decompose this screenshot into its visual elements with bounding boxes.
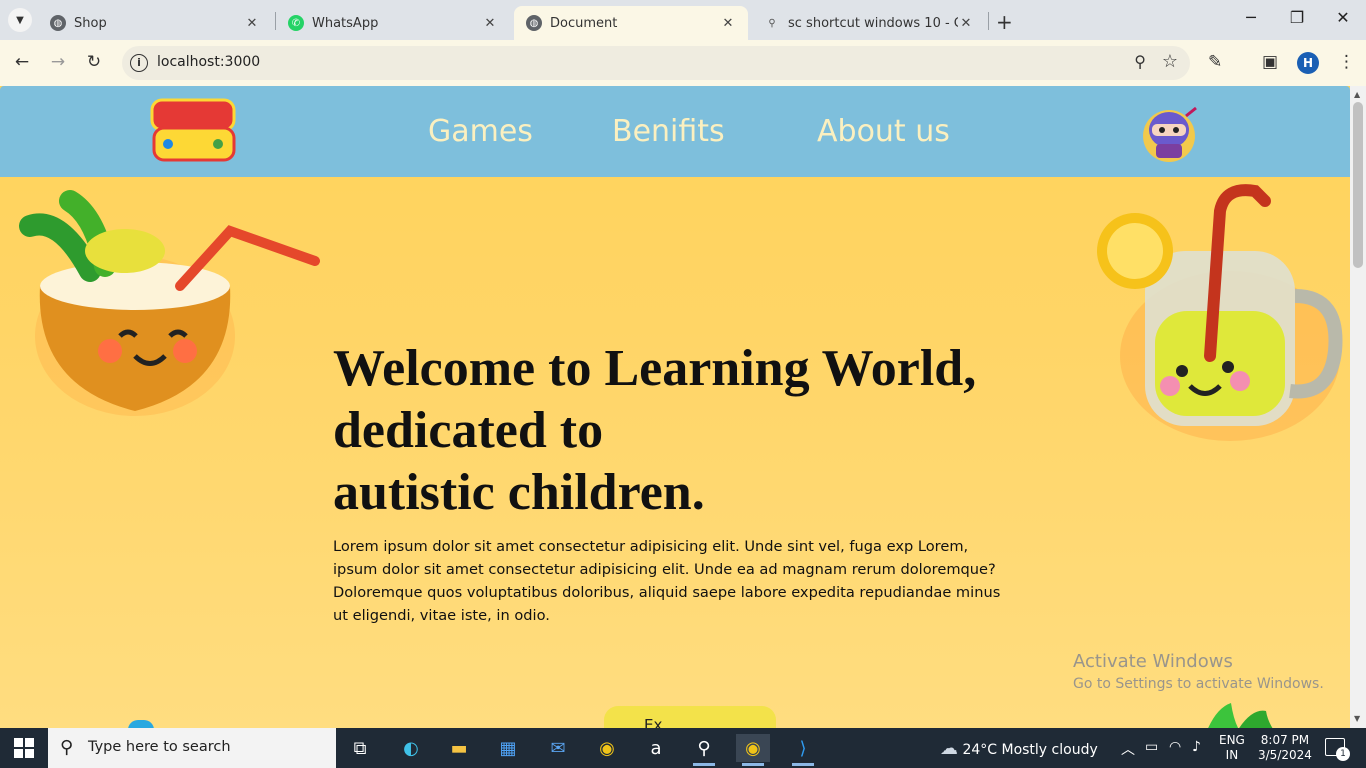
activate-windows-watermark: Activate Windows Go to Settings to activ… xyxy=(1073,651,1324,692)
browser-toolbar: ← → ↻ i localhost:3000 ⚲ ☆ ✎ ▣ ⋮ xyxy=(0,40,1366,86)
tab-search-button[interactable]: ▼ xyxy=(8,8,32,32)
notification-center-icon[interactable]: 1 xyxy=(1325,738,1350,761)
hero-title-line: Welcome to Learning World, xyxy=(333,340,977,397)
forward-icon[interactable]: → xyxy=(46,52,70,72)
weather-widget[interactable]: ☁ 24°C Mostly cloudy xyxy=(940,738,1098,759)
coconut-drink-illustration xyxy=(19,190,320,416)
reload-icon[interactable]: ↻ xyxy=(82,52,106,72)
search-icon: ⚲ xyxy=(764,15,780,31)
nav-about-us[interactable]: About us xyxy=(817,114,950,149)
vscode-icon[interactable]: ⟩ xyxy=(786,734,820,766)
microsoft-store-icon[interactable]: ▦ xyxy=(491,734,525,762)
meet-icon[interactable]: ▭ xyxy=(1145,739,1158,755)
close-window-icon[interactable]: ✕ xyxy=(1328,8,1358,27)
zoom-icon[interactable]: ⚲ xyxy=(1134,52,1146,71)
chrome-profile-icon[interactable]: ◉ xyxy=(736,734,770,766)
page-scrollbar[interactable]: ▲ ▼ xyxy=(1350,86,1366,728)
tab-google-search[interactable]: ⚲ sc shortcut windows 10 - Goog ✕ xyxy=(752,6,986,40)
browser-tab-strip: ▼ ◍ Shop ✕ ✆ WhatsApp ✕ ◍ Document ✕ ⚲ s… xyxy=(0,0,1366,40)
task-view-icon[interactable]: ⧉ xyxy=(343,734,377,762)
language-indicator[interactable]: ENG IN xyxy=(1219,733,1245,763)
hero-title: Welcome to Learning World, dedicated to … xyxy=(333,338,1053,524)
side-panel-icon[interactable]: ▣ xyxy=(1262,52,1278,72)
url-text[interactable]: localhost:3000 xyxy=(157,54,260,70)
hero-paragraph: Lorem ipsum dolor sit amet consectetur a… xyxy=(333,538,1001,624)
volume-icon[interactable]: ♪ xyxy=(1192,739,1201,755)
globe-icon: ◍ xyxy=(50,15,66,31)
new-tab-icon[interactable]: + xyxy=(996,10,1013,34)
hero-title-line: dedicated to xyxy=(333,402,604,459)
plant-decoration xyxy=(1208,703,1273,728)
close-icon[interactable]: ✕ xyxy=(482,16,498,31)
site-info-icon[interactable]: i xyxy=(130,54,148,72)
hero-title-line: autistic children. xyxy=(333,464,705,521)
nav-games[interactable]: Games xyxy=(428,114,533,149)
wifi-icon[interactable]: ◠ xyxy=(1169,739,1181,755)
scroll-thumb[interactable] xyxy=(1353,102,1363,268)
chrome-icon[interactable]: ◉ xyxy=(590,734,624,762)
cloud-icon: ☁ xyxy=(940,738,958,759)
file-explorer-icon[interactable]: ▬ xyxy=(442,734,476,762)
lemonade-jar-illustration xyxy=(1097,184,1343,441)
globe-icon: ◍ xyxy=(526,15,542,31)
back-icon[interactable]: ← xyxy=(10,52,34,72)
tab-shop[interactable]: ◍ Shop ✕ xyxy=(38,6,272,40)
tab-whatsapp[interactable]: ✆ WhatsApp ✕ xyxy=(276,6,510,40)
taskbar-search-box[interactable]: ⚲ Type here to search xyxy=(48,728,336,768)
blue-decoration xyxy=(128,720,154,728)
magnifier-icon[interactable]: ⚲ xyxy=(687,734,721,766)
profile-avatar[interactable]: H xyxy=(1297,52,1319,74)
menu-kebab-icon[interactable]: ⋮ xyxy=(1338,52,1355,72)
search-icon: ⚲ xyxy=(60,737,74,758)
search-placeholder: Type here to search xyxy=(88,739,231,755)
windows-taskbar: ⚲ Type here to search ⧉ ◐ ▬ ▦ ✉ ◉ a ⚲ ◉ … xyxy=(0,728,1366,768)
close-icon[interactable]: ✕ xyxy=(958,16,974,31)
system-clock[interactable]: 8:07 PM 3/5/2024 xyxy=(1258,733,1312,763)
edge-icon[interactable]: ◐ xyxy=(394,734,428,762)
tab-document[interactable]: ◍ Document ✕ xyxy=(514,6,748,40)
notification-count-badge: 1 xyxy=(1336,747,1350,761)
amazon-icon[interactable]: a xyxy=(639,734,673,762)
scroll-down-arrow-icon[interactable]: ▼ xyxy=(1354,714,1360,723)
site-navbar: Games Benifits About us xyxy=(0,86,1350,177)
explore-button[interactable]: Ex... xyxy=(604,706,776,728)
restore-icon[interactable]: ❐ xyxy=(1282,8,1312,27)
extensions-icon[interactable]: ✎ xyxy=(1208,52,1222,72)
address-bar[interactable]: i localhost:3000 ⚲ ☆ xyxy=(122,46,1190,80)
whatsapp-icon: ✆ xyxy=(288,15,304,31)
page-viewport: Games Benifits About us Welcome to Learn… xyxy=(0,86,1350,728)
explore-label: Ex... xyxy=(644,716,677,728)
windows-start-icon[interactable] xyxy=(14,738,34,758)
super-kiddo-logo[interactable] xyxy=(148,96,238,164)
close-icon[interactable]: ✕ xyxy=(720,16,736,31)
show-hidden-icons-icon[interactable]: ︿ xyxy=(1121,739,1135,759)
minimize-icon[interactable]: ─ xyxy=(1236,8,1266,27)
nav-benefits[interactable]: Benifits xyxy=(612,114,725,149)
bookmark-star-icon[interactable]: ☆ xyxy=(1162,51,1178,72)
mail-icon[interactable]: ✉ xyxy=(541,734,575,762)
close-icon[interactable]: ✕ xyxy=(244,16,260,31)
tab-divider xyxy=(988,12,989,30)
ninja-avatar[interactable] xyxy=(1138,102,1200,162)
scroll-up-arrow-icon[interactable]: ▲ xyxy=(1354,90,1360,99)
